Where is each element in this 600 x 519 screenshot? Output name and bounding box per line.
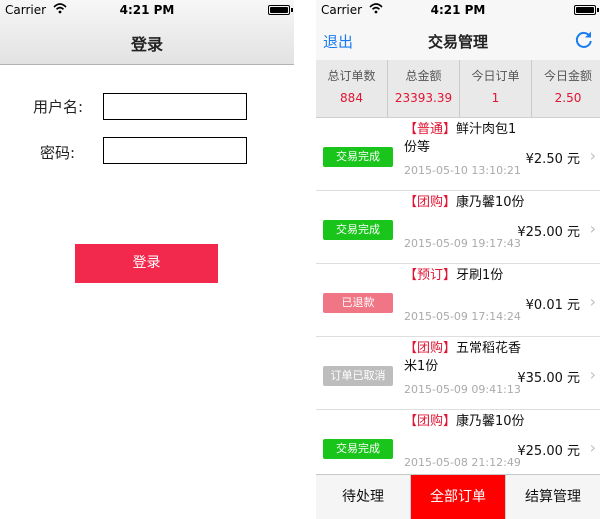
order-price: ¥2.50 元 bbox=[525, 152, 580, 167]
stat-label: 今日金额 bbox=[543, 69, 592, 83]
chevron-right-icon: › bbox=[589, 365, 596, 384]
order-tag: 【团购】 bbox=[404, 195, 457, 210]
tab-bar: 待处理 全部订单 结算管理 bbox=[316, 474, 600, 519]
clock: 4:21 PM bbox=[119, 3, 175, 17]
order-time: 2015-05-09 09:41:13 bbox=[404, 383, 521, 396]
order-status-badge: 已退款 bbox=[323, 293, 393, 313]
order-row[interactable]: 交易完成 【团购】康乃馨10份 2015-05-08 21:12:49 ¥25.… bbox=[316, 410, 600, 474]
order-status-badge: 交易完成 bbox=[323, 439, 393, 459]
tab-settlement[interactable]: 结算管理 bbox=[506, 475, 600, 519]
login-button[interactable]: 登录 bbox=[75, 244, 218, 283]
stat-label: 今日订单 bbox=[471, 69, 520, 83]
order-name: 康乃馨10份 bbox=[456, 195, 525, 210]
order-list: 交易完成 【普通】鲜汁肉包1份等 2015-05-10 13:10:21 ¥2.… bbox=[316, 118, 600, 474]
order-title: 【普通】鲜汁肉包1份等 bbox=[404, 121, 526, 157]
battery-icon bbox=[268, 5, 293, 15]
order-name: 牙刷1份 bbox=[456, 268, 504, 283]
order-price: ¥0.01 元 bbox=[525, 298, 580, 313]
stat-value: 1 bbox=[491, 91, 500, 105]
chevron-right-icon: › bbox=[589, 292, 596, 311]
order-tag: 【团购】 bbox=[404, 414, 457, 429]
order-status-badge: 订单已取消 bbox=[323, 366, 393, 386]
stat-today-amount: 今日金额 2.50 bbox=[532, 60, 600, 117]
order-row[interactable]: 订单已取消 【团购】五常稻花香米1份 2015-05-09 09:41:13 ¥… bbox=[316, 337, 600, 410]
chevron-right-icon: › bbox=[589, 438, 596, 457]
orders-title: 交易管理 bbox=[427, 33, 488, 51]
order-name: 康乃馨10份 bbox=[456, 414, 525, 429]
tab-all-orders[interactable]: 全部订单 bbox=[411, 475, 506, 519]
stat-value: 2.50 bbox=[554, 91, 582, 105]
chevron-right-icon: › bbox=[589, 146, 596, 165]
login-screen: 登录 Carrier 4:21 PM 用户名: 密码: 登录 bbox=[0, 0, 294, 519]
order-title: 【团购】康乃馨10份 bbox=[404, 413, 526, 431]
order-title: 【团购】康乃馨10份 bbox=[404, 194, 526, 212]
username-input[interactable] bbox=[103, 93, 247, 120]
order-price: ¥25.00 元 bbox=[517, 225, 580, 240]
order-price: ¥35.00 元 bbox=[517, 371, 580, 386]
order-status-badge: 交易完成 bbox=[323, 147, 393, 167]
stat-value: 23393.39 bbox=[394, 91, 453, 105]
order-row[interactable]: 交易完成 【团购】康乃馨10份 2015-05-09 19:17:43 ¥25.… bbox=[316, 191, 600, 264]
order-time: 2015-05-09 17:14:24 bbox=[404, 310, 521, 323]
order-status-badge: 交易完成 bbox=[323, 220, 393, 240]
order-title: 【预订】牙刷1份 bbox=[404, 267, 526, 285]
battery-icon bbox=[574, 5, 599, 15]
order-tag: 【普通】 bbox=[404, 122, 457, 137]
order-time: 2015-05-09 19:17:43 bbox=[404, 237, 521, 250]
stats-bar: 总订单数 884 总金额 23393.39 今日订单 1 今日金额 2.50 bbox=[316, 60, 600, 118]
username-label: 用户名: bbox=[33, 98, 84, 116]
status-bar: Carrier 4:21 PM bbox=[316, 0, 600, 20]
password-label: 密码: bbox=[40, 144, 76, 162]
orders-screen: 退出 交易管理 Carrier 4:21 PM 总订单数 884 总金额 233… bbox=[316, 0, 600, 519]
stat-value: 884 bbox=[340, 91, 363, 105]
order-row[interactable]: 交易完成 【普通】鲜汁肉包1份等 2015-05-10 13:10:21 ¥2.… bbox=[316, 118, 600, 191]
chevron-right-icon: › bbox=[589, 219, 596, 238]
stat-label: 总订单数 bbox=[327, 69, 376, 83]
clock: 4:21 PM bbox=[430, 3, 486, 17]
stat-today-orders: 今日订单 1 bbox=[460, 60, 532, 117]
order-time: 2015-05-08 21:12:49 bbox=[404, 456, 521, 469]
stat-total-amount: 总金额 23393.39 bbox=[388, 60, 460, 117]
tab-pending[interactable]: 待处理 bbox=[316, 475, 411, 519]
stat-total-orders: 总订单数 884 bbox=[316, 60, 388, 117]
order-row[interactable]: 已退款 【预订】牙刷1份 2015-05-09 17:14:24 ¥0.01 元… bbox=[316, 264, 600, 337]
refresh-icon[interactable] bbox=[574, 30, 594, 50]
order-tag: 【团购】 bbox=[404, 341, 457, 356]
login-title: 登录 bbox=[130, 35, 163, 54]
order-tag: 【预订】 bbox=[404, 268, 457, 283]
stat-label: 总金额 bbox=[405, 69, 442, 83]
password-input[interactable] bbox=[103, 137, 247, 164]
order-price: ¥25.00 元 bbox=[517, 444, 580, 459]
order-time: 2015-05-10 13:10:21 bbox=[404, 164, 521, 177]
status-bar: Carrier 4:21 PM bbox=[0, 0, 294, 20]
order-title: 【团购】五常稻花香米1份 bbox=[404, 340, 526, 376]
